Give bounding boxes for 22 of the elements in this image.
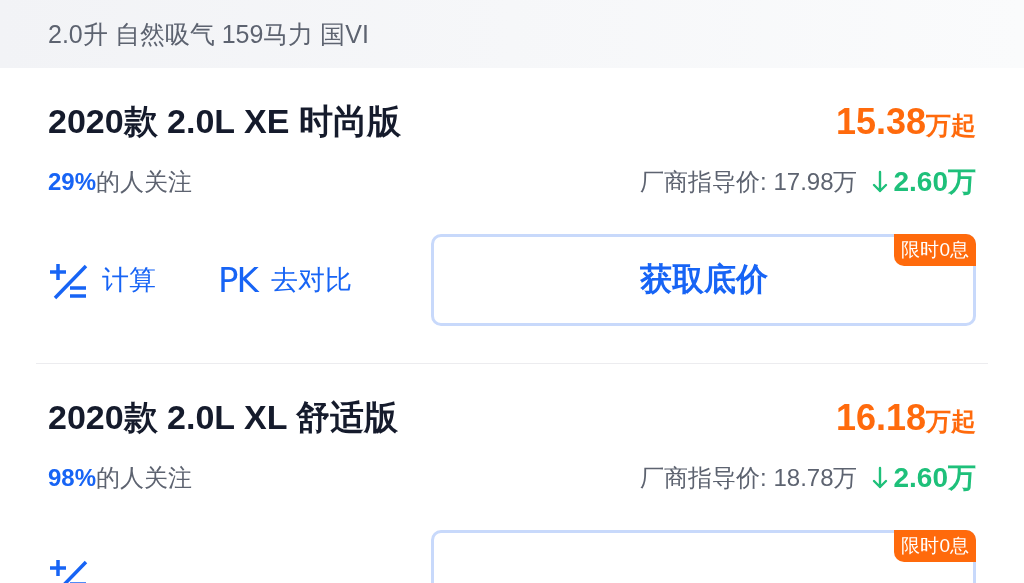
follow-label: 的人关注 <box>96 464 193 491</box>
follow-percent: 29% <box>48 168 97 195</box>
follow-percent: 98% <box>48 464 97 491</box>
interest-free-badge: 限时0息 <box>894 234 976 266</box>
interest-free-badge: 限时0息 <box>894 530 976 562</box>
engine-specs: 2.0升 自然吸气 159马力 国VI <box>48 18 369 50</box>
price-drop: 2.60万 <box>893 165 976 199</box>
starting-price: 16.18万起 <box>835 397 976 439</box>
pk-icon[interactable]: PK <box>218 260 257 300</box>
price-drop: 2.60万 <box>893 461 976 495</box>
down-arrow-icon <box>871 170 888 194</box>
trim-name: 2020款 2.0L XL 舒适版 <box>48 397 399 438</box>
compare-button[interactable]: 去对比 <box>270 262 352 298</box>
guide-price: 厂商指导价: 18.78万 <box>640 463 858 493</box>
follow-label: 的人关注 <box>96 168 193 195</box>
get-lowest-price-button[interactable]: 获取底价 限时0息 <box>431 234 976 326</box>
get-lowest-price-button[interactable]: 限时0息 <box>431 530 976 583</box>
calculate-button[interactable]: 计算 <box>102 262 156 298</box>
trim-name: 2020款 2.0L XE 时尚版 <box>48 101 401 142</box>
guide-price: 厂商指导价: 17.98万 <box>640 167 858 197</box>
starting-price: 15.38万起 <box>835 101 976 143</box>
down-arrow-icon <box>871 466 888 490</box>
